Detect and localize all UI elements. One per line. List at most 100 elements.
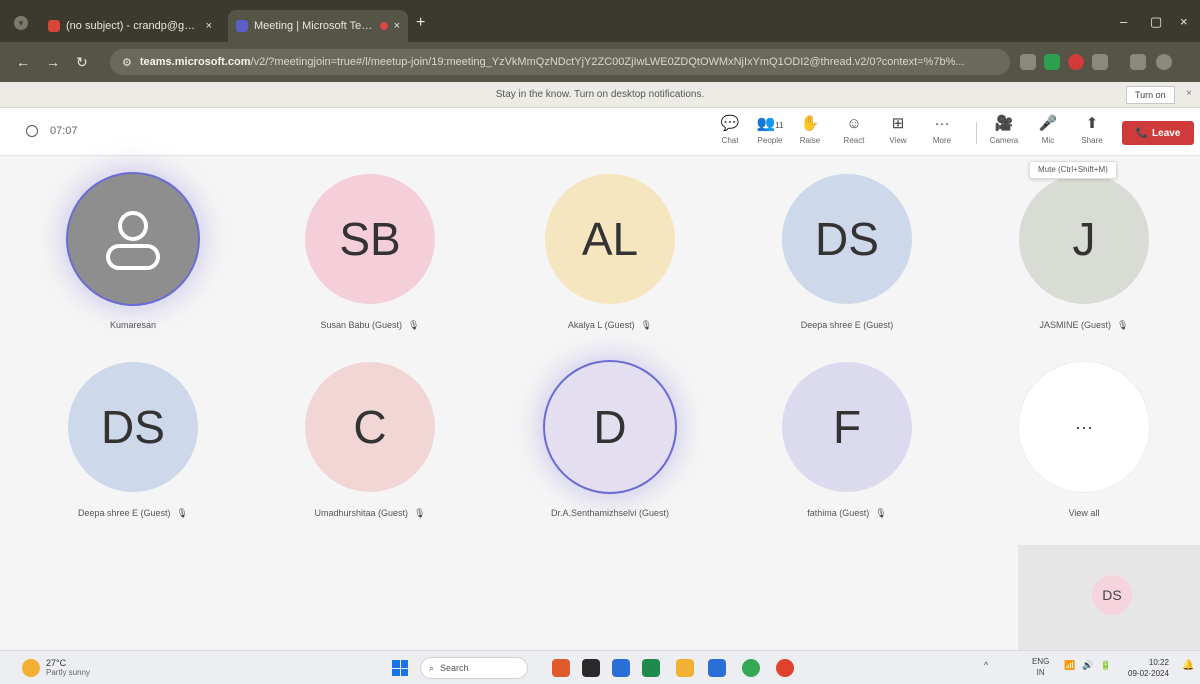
- people-icon: 👥11: [752, 114, 788, 136]
- participant-tile[interactable]: SB Susan Babu (Guest) 🎙: [270, 174, 470, 354]
- reload-button[interactable]: ↻: [76, 54, 88, 71]
- mic-button[interactable]: 🎤 Mic: [1030, 114, 1066, 152]
- sidebar-icon[interactable]: [1130, 54, 1146, 70]
- share-button[interactable]: ⬆ Share: [1074, 114, 1110, 152]
- volume-icon[interactable]: 🔊: [1082, 660, 1093, 671]
- participant-name-text: Akalya L (Guest): [567, 320, 635, 330]
- participant-name-text: JASMINE (Guest): [1039, 320, 1112, 330]
- raise-hand-button[interactable]: ✋ Raise: [792, 114, 828, 152]
- extension-green-icon[interactable]: [1044, 54, 1060, 70]
- close-window-button[interactable]: ×: [1180, 14, 1188, 29]
- participant-avatar: AL: [545, 174, 675, 304]
- extensions-icon[interactable]: [1092, 54, 1108, 70]
- new-tab-button[interactable]: +: [416, 14, 425, 32]
- people-label: People: [757, 136, 783, 145]
- tab-search-icon[interactable]: ▾: [14, 16, 28, 30]
- participant-avatar: DS: [68, 362, 198, 492]
- participant-tile[interactable]: C Umadhurshitaa (Guest) 🎙: [270, 362, 470, 542]
- app-4-icon[interactable]: [642, 659, 660, 677]
- turn-on-notifications-button[interactable]: Turn on: [1126, 86, 1175, 104]
- participant-tile[interactable]: Ffathima (Guest) 🎙: [747, 362, 947, 542]
- participant-initials: DS: [101, 401, 165, 453]
- sun-cloud-icon[interactable]: [22, 659, 40, 677]
- more-button[interactable]: ··· More: [924, 114, 960, 152]
- participant-name: fathima (Guest) 🎙: [747, 508, 947, 519]
- participant-initials: DS: [815, 213, 879, 265]
- participant-tile[interactable]: ··· View all: [984, 362, 1184, 542]
- people-button[interactable]: 👥11 People: [752, 114, 788, 152]
- tab-close-icon[interactable]: ×: [394, 20, 400, 32]
- maximize-button[interactable]: ▢: [1150, 14, 1162, 30]
- dismiss-notification-icon[interactable]: ×: [1186, 88, 1192, 99]
- participant-name: Kumaresan: [33, 320, 233, 330]
- tray-chevron-icon[interactable]: ^: [984, 660, 988, 670]
- muted-mic-icon: 🎙: [408, 320, 420, 330]
- address-bar[interactable]: ⚙ teams.microsoft.com /v2/?meetingjoin=t…: [110, 49, 1010, 75]
- camera-icon: 🎥: [994, 115, 1014, 132]
- camera-button[interactable]: 🎥 Camera: [986, 114, 1022, 152]
- teams-favicon-icon: [236, 20, 248, 32]
- chat-icon: 💬: [720, 115, 740, 132]
- participant-tile[interactable]: Kumaresan: [33, 174, 233, 354]
- site-settings-icon[interactable]: ⚙: [122, 56, 132, 69]
- participant-name: Deepa shree E (Guest) 🎙: [33, 508, 233, 519]
- react-label: React: [843, 136, 865, 145]
- browser-tab-bar: ▾ (no subject) - crandp@gmail... × Meeti…: [0, 0, 1200, 42]
- participant-tile[interactable]: DS Deepa shree E (Guest) 🎙: [33, 362, 233, 542]
- participant-tile[interactable]: DS Deepa shree E (Guest): [747, 174, 947, 354]
- minimize-button[interactable]: –: [1120, 14, 1127, 29]
- tab-gmail[interactable]: (no subject) - crandp@gmail... ×: [40, 10, 220, 42]
- notification-bell-icon[interactable]: 🔔: [1182, 660, 1194, 671]
- app-7-icon[interactable]: [742, 659, 760, 677]
- app-1-icon[interactable]: [552, 659, 570, 677]
- share-label: Share: [1081, 136, 1103, 145]
- participant-name-text: Deepa shree E (Guest): [800, 320, 894, 330]
- weather-widget[interactable]: 27°C Partly sunny: [46, 658, 90, 678]
- participant-tile[interactable]: J JASMINE (Guest) 🎙: [984, 174, 1184, 354]
- leave-button[interactable]: 📞 Leave: [1122, 121, 1194, 145]
- app-8-icon[interactable]: [776, 659, 794, 677]
- react-button[interactable]: ☺ React: [836, 114, 872, 152]
- taskbar-search[interactable]: ⌕ Search: [420, 657, 528, 679]
- back-button[interactable]: ←: [16, 54, 30, 70]
- people-glyph: 👥: [756, 115, 776, 132]
- participant-name: Umadhurshitaa (Guest) 🎙: [270, 508, 470, 519]
- participant-tile[interactable]: D Dr.A.Senthamizhselvi (Guest): [510, 362, 710, 542]
- view-button[interactable]: ⊞ View: [880, 114, 916, 152]
- lang-top: ENG: [1032, 657, 1050, 666]
- participant-initials: AL: [581, 213, 639, 265]
- camera-label: Camera: [989, 136, 1019, 145]
- participant-avatar: C: [305, 362, 435, 492]
- tab-close-icon[interactable]: ×: [206, 20, 212, 32]
- wifi-icon[interactable]: 📶: [1064, 660, 1075, 671]
- clock-date: 09-02-2024: [1128, 669, 1169, 678]
- clock-time: 10:22: [1148, 658, 1169, 667]
- windows-start-icon[interactable]: [392, 660, 408, 676]
- meeting-control-bar: 07:07 💬 Chat 👥11 People ✋ Raise ☺ React …: [0, 108, 1200, 156]
- participant-name: View all: [984, 508, 1184, 518]
- battery-icon[interactable]: 🔋: [1100, 660, 1111, 671]
- chat-button[interactable]: 💬 Chat: [712, 114, 748, 152]
- weather-condition: Partly sunny: [46, 668, 91, 677]
- muted-mic-icon: 🎙: [176, 508, 188, 518]
- muted-mic-icon: 🎙: [640, 320, 653, 330]
- tab-teams[interactable]: Meeting | Microsoft Teams ×: [228, 10, 408, 42]
- participant-tile[interactable]: AL Akalya L (Guest) 🎙: [510, 174, 710, 354]
- participant-initials: F: [832, 401, 862, 453]
- extension-red-icon[interactable]: [1068, 54, 1084, 70]
- app-5-icon[interactable]: [676, 659, 694, 677]
- profile-icon[interactable]: [1156, 54, 1172, 70]
- language-indicator[interactable]: ENG IN: [1032, 656, 1049, 678]
- self-view[interactable]: DS: [1018, 545, 1200, 650]
- app-3-icon[interactable]: [612, 659, 630, 677]
- participant-avatar: F: [782, 362, 912, 492]
- clock[interactable]: 10:22 09-02-2024: [1128, 657, 1169, 679]
- download-icon[interactable]: [1020, 54, 1036, 70]
- self-avatar: DS: [1092, 575, 1132, 615]
- app-6-icon[interactable]: [708, 659, 726, 677]
- forward-button[interactable]: →: [46, 54, 60, 70]
- weather-temp: 27°C: [46, 658, 67, 668]
- browser-toolbar: ← → ↻ ⚙ teams.microsoft.com /v2/?meeting…: [0, 42, 1200, 82]
- app-2-icon[interactable]: [582, 659, 600, 677]
- participant-initials: SB: [339, 213, 401, 265]
